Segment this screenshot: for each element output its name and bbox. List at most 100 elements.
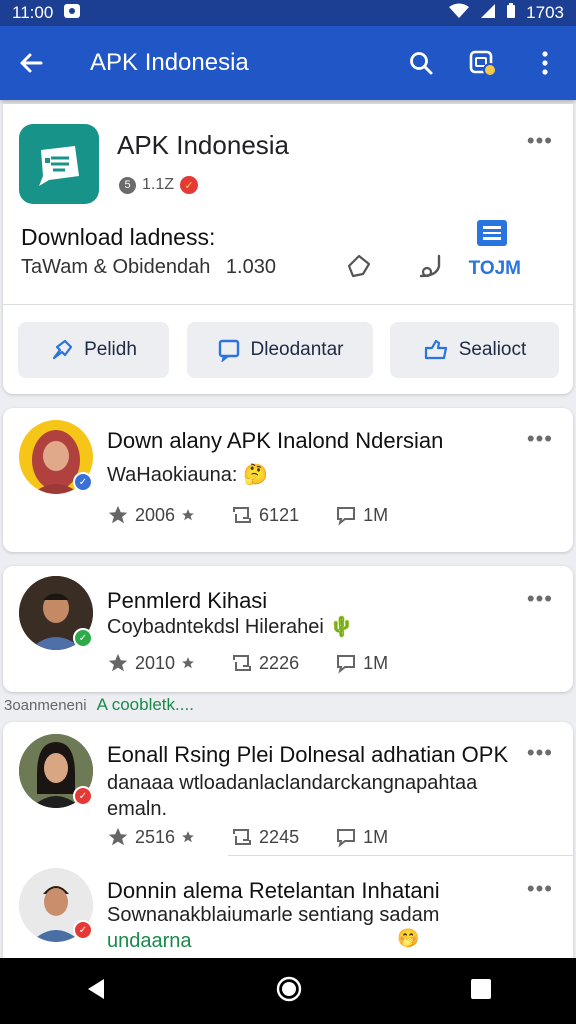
pelidh-button[interactable]: Pelidh <box>18 322 169 378</box>
post-text: Sownanakblaiumarle sentiang sadam <box>107 904 440 926</box>
download-sub-text: TaWam & Obidendah <box>21 256 211 278</box>
sealioct-label: Sealioct <box>458 339 527 360</box>
status-bar: 11:00 1703 <box>0 0 576 26</box>
navigation-bar <box>0 958 576 1024</box>
repost-stat[interactable]: 2245 <box>231 826 299 848</box>
post-text: WaHaokiauna: 🤔 <box>107 462 527 488</box>
search-button[interactable] <box>390 26 452 100</box>
post-more-button[interactable]: ••• <box>527 740 553 766</box>
app-bar: APK Indonesia <box>0 26 576 100</box>
sealioct-button[interactable]: Sealioct <box>390 322 559 378</box>
post-text-body: Coybadntekdsl Hilerahei <box>107 616 324 638</box>
verified-badge-icon: ✓ <box>73 920 93 940</box>
meta-count: 1.1Z <box>142 176 175 193</box>
post-title: Eonall Rsing Plei Dolnesal adhatian OPK <box>107 742 509 767</box>
signal-icon <box>480 3 496 24</box>
star-icon <box>182 657 194 669</box>
app-name: APK Indonesia <box>117 130 290 160</box>
like-stat[interactable]: 2006 <box>107 504 195 526</box>
post-card[interactable]: ✓ Penmlerd Kihasi Coybadntekdsl Hilerahe… <box>3 566 573 692</box>
pin-icon <box>52 339 73 360</box>
audio-icon[interactable] <box>417 252 445 285</box>
post-more-button[interactable]: ••• <box>527 426 553 452</box>
app-more-button[interactable]: ••• <box>527 128 553 154</box>
battery-level: 1703 <box>526 3 564 22</box>
dleodantar-label: Dleodantar <box>250 339 344 360</box>
comment-stat[interactable]: 1M <box>335 652 388 674</box>
section-separator: 3oanmeneni A coobletk.... <box>0 693 576 717</box>
wifi-icon <box>448 3 470 24</box>
star-icon <box>108 827 128 846</box>
app-icon <box>19 124 99 204</box>
repost-icon <box>233 507 252 523</box>
notification-icon <box>63 2 81 25</box>
verified-badge-icon: ✓ <box>73 472 93 492</box>
circle-home-icon <box>276 976 302 1001</box>
post-stats: 2006 6121 1M <box>107 504 388 526</box>
repost-stat[interactable]: 2226 <box>231 652 299 674</box>
download-sub: TaWam & Obidendah 1.030 <box>21 256 276 279</box>
list-icon[interactable] <box>477 220 507 246</box>
like-stat[interactable]: 2010 <box>107 652 195 674</box>
pelidh-label: Pelidh <box>84 339 137 360</box>
separator-link[interactable]: A coobletk.... <box>97 695 194 715</box>
comment-stat[interactable]: 1M <box>335 504 388 526</box>
star-icon <box>108 505 128 524</box>
verified-badge-icon: ✓ <box>180 176 199 194</box>
post-text: danaaa wtloadanlaclandarckangnapahtaa em… <box>107 772 478 820</box>
nav-recents-button[interactable] <box>470 978 492 1005</box>
emoji-icon: 🤔 <box>243 464 268 486</box>
app-bar-title: APK Indonesia <box>90 49 249 76</box>
like-stat[interactable]: 2516 <box>107 826 195 848</box>
verified-badge-icon: ✓ <box>73 628 93 648</box>
post-card[interactable]: ✓ Eonall Rsing Plei Dolnesal adhatian OP… <box>3 722 573 958</box>
app-meta: 5 1.1Z ✓ <box>119 176 199 194</box>
post-text-body: WaHaokiauna: <box>107 464 238 486</box>
arrow-back-icon <box>20 53 43 73</box>
share-icon <box>424 339 447 360</box>
verified-badge-icon: ✓ <box>73 786 93 806</box>
like-icon[interactable] <box>345 252 373 285</box>
post-more-button[interactable]: ••• <box>527 876 553 902</box>
app-header-card: APK Indonesia 5 1.1Z ✓ ••• Download ladn… <box>3 104 573 394</box>
back-button[interactable] <box>0 26 62 100</box>
post-title: Penmlerd Kihasi <box>107 588 268 613</box>
repost-icon <box>233 655 252 671</box>
comment-icon <box>337 655 356 674</box>
meta-dot-icon: 5 <box>119 176 136 194</box>
star-icon <box>182 831 194 843</box>
nav-back-button[interactable] <box>84 977 108 1006</box>
post-stats: 2010 2226 1M <box>107 652 388 674</box>
post-title: Down alany APK Inalond Ndersian <box>107 428 444 453</box>
term-label[interactable]: TOJM <box>469 258 521 280</box>
download-count: 1.030 <box>225 256 276 278</box>
overflow-menu-button[interactable] <box>514 26 576 100</box>
divider <box>3 304 573 305</box>
star-icon <box>182 509 194 521</box>
chat-icon <box>218 339 239 362</box>
separator-text: 3oanmeneni <box>4 696 87 714</box>
post-more-button[interactable]: ••• <box>527 586 553 612</box>
comment-icon <box>337 507 356 526</box>
battery-icon <box>506 2 516 24</box>
search-icon <box>410 52 433 75</box>
star-icon <box>108 653 128 672</box>
dleodantar-button[interactable]: Dleodantar <box>187 322 373 378</box>
post-title: Donnin alema Retelantan Inhatani <box>107 878 440 903</box>
emoji-icon: 🤭 <box>397 928 420 948</box>
post-card[interactable]: ✓ Down alany APK Inalond Ndersian WaHaok… <box>3 408 573 552</box>
downloads-button[interactable] <box>452 26 514 100</box>
post-text: Coybadntekdsl Hilerahei 🌵 <box>107 614 527 640</box>
comment-stat[interactable]: 1M <box>335 826 388 848</box>
download-label: Download ladness: <box>21 224 216 250</box>
divider <box>228 855 573 856</box>
comment-icon <box>337 829 356 848</box>
repost-icon <box>233 829 252 845</box>
nav-home-button[interactable] <box>276 976 302 1007</box>
repost-stat[interactable]: 6121 <box>231 504 299 526</box>
square-recents-icon <box>471 978 491 999</box>
more-vert-icon <box>542 51 548 75</box>
download-manager-icon <box>469 50 497 77</box>
post-link[interactable]: undaarna <box>107 928 227 954</box>
triangle-back-icon <box>88 978 104 999</box>
